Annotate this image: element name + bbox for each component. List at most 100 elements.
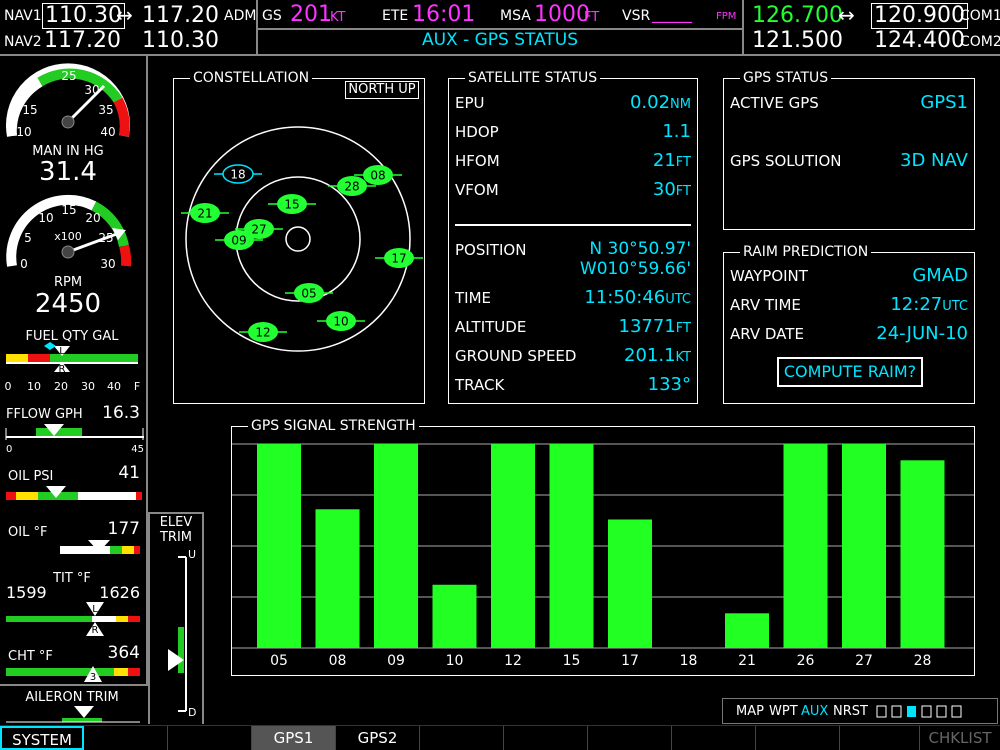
hdop-label: HDOP xyxy=(455,123,499,141)
softkey-blank[interactable] xyxy=(504,726,588,750)
signal-bar-label: 09 xyxy=(387,653,405,669)
rpm-tick-label: 25 xyxy=(98,231,113,245)
rpm-tick-label: 30 xyxy=(100,257,115,271)
satellite-10: 10 xyxy=(317,311,365,331)
arv-time-field[interactable]: 12:27UTC xyxy=(890,294,968,318)
satellite-label: 15 xyxy=(284,198,299,212)
ete-label: ETE xyxy=(382,8,409,24)
softkey-blank[interactable] xyxy=(588,726,672,750)
hfom-unit: FT xyxy=(675,155,691,170)
satellite-label: 10 xyxy=(333,315,348,329)
altitude-value: 13771 xyxy=(618,316,676,337)
vsr-unit: FPM xyxy=(716,11,737,22)
signal-bar-05 xyxy=(257,444,301,648)
vfom-row: VFOM 30FT xyxy=(455,179,691,201)
tit-left-marker: L xyxy=(92,604,98,615)
gps-solution-value: 3D NAV xyxy=(900,150,968,171)
waypoint-value[interactable]: GMAD xyxy=(912,265,968,287)
softkey-gps1[interactable]: GPS1 xyxy=(252,726,336,750)
softkey-gps2[interactable]: GPS2 xyxy=(336,726,420,750)
man-tick-label: 35 xyxy=(98,103,113,117)
oil-temp-bar xyxy=(60,540,140,554)
cht-cylinder: 3 xyxy=(90,672,96,683)
signal-bar-label: 10 xyxy=(446,653,464,669)
signal-bar-label: 17 xyxy=(621,653,639,669)
satellite-label: 18 xyxy=(230,168,245,182)
signal-strength-chart: 05 08 09 10 12 15 17 18 21 26 27 28 xyxy=(232,443,974,669)
fuel-tick-label: 20 xyxy=(54,380,68,393)
hdop-row: HDOP 1.1 xyxy=(455,121,691,143)
msa-label: MSA xyxy=(500,8,531,24)
softkey-blank[interactable] xyxy=(84,726,168,750)
man-tick-label: 30 xyxy=(84,83,99,97)
elev-trim-scale xyxy=(168,556,187,712)
rpm-label: RPM xyxy=(54,275,82,290)
position-value: N 30°50.97' W010°59.66' xyxy=(580,239,691,279)
nav1-standby-freq[interactable]: 117.20 xyxy=(142,5,219,27)
satellite-status-panel: SATELLITE STATUS EPU 0.02NM HDOP 1.1 HFO… xyxy=(448,70,698,404)
track-label: TRACK xyxy=(455,376,505,394)
rpm-value: 2450 xyxy=(35,289,101,319)
altitude-label: ALTITUDE xyxy=(455,318,527,336)
signal-bar-27 xyxy=(842,444,886,648)
signal-bar-label: 28 xyxy=(914,653,932,669)
nav2-standby-freq[interactable]: 110.30 xyxy=(142,30,219,52)
signal-bar-26 xyxy=(783,444,828,648)
com2-standby-freq[interactable]: 124.400 xyxy=(874,30,965,52)
arv-time-unit: UTC xyxy=(942,299,968,314)
tit-right-value: 1626 xyxy=(99,583,140,602)
softkey-blank[interactable] xyxy=(420,726,504,750)
tit-left-value: 1599 xyxy=(6,583,47,602)
softkey-blank[interactable] xyxy=(840,726,920,750)
signal-bar-label: 08 xyxy=(329,653,347,669)
satellite-18: 18 xyxy=(214,164,262,184)
arv-date-value[interactable]: 24-JUN-10 xyxy=(876,323,968,345)
gps-status-title: GPS STATUS xyxy=(740,70,832,86)
constellation-title: CONSTELLATION xyxy=(190,70,313,86)
north-up-button[interactable]: NORTH UP xyxy=(345,81,419,99)
softkey-blank[interactable] xyxy=(756,726,840,750)
aileron-trim-indicator xyxy=(6,706,140,723)
epu-unit: NM xyxy=(670,97,691,112)
hfom-row: HFOM 21FT xyxy=(455,150,691,172)
ground-speed-unit: KT xyxy=(675,350,691,365)
time-row: TIME 11:50:46UTC xyxy=(455,287,691,309)
fuel-tick-label: 30 xyxy=(81,380,95,393)
fuel-left-marker: L xyxy=(59,346,65,357)
ground-speed-value: 201.1 xyxy=(624,345,676,366)
page-group-wpt: WPT xyxy=(769,704,798,719)
softkey-blank[interactable] xyxy=(672,726,756,750)
gs-label: GS xyxy=(262,8,282,24)
compute-raim-button[interactable]: COMPUTE RAIM? xyxy=(777,357,923,387)
tit-label: TIT °F xyxy=(52,571,91,586)
signal-bar-15 xyxy=(549,444,594,648)
com1-standby-freq[interactable]: 120.900 xyxy=(871,3,968,29)
signal-bar-09 xyxy=(374,444,418,648)
fflow-label: FFLOW GPH xyxy=(6,407,83,422)
softkey-system[interactable]: SYSTEM xyxy=(0,726,84,750)
nav2-active-freq[interactable]: 117.20 xyxy=(44,30,121,52)
epu-label: EPU xyxy=(455,94,485,112)
msa-value: 1000 xyxy=(534,2,590,27)
oil-temp-value: 177 xyxy=(108,519,140,539)
active-gps-label: ACTIVE GPS xyxy=(730,94,819,112)
epu-value: 0.02 xyxy=(629,92,671,113)
elev-trim-up: U xyxy=(188,548,197,561)
rpm-tick-label: 20 xyxy=(85,211,100,225)
page-position-dots xyxy=(876,705,962,718)
com1-active-freq[interactable]: 126.700 xyxy=(752,5,843,27)
softkey-chklist[interactable]: CHKLIST xyxy=(920,726,1000,750)
softkey-blank[interactable] xyxy=(168,726,252,750)
oil-psi-value: 41 xyxy=(118,463,140,483)
rpm-multiplier: x100 xyxy=(54,230,82,243)
elev-trim-label: ELEV xyxy=(159,515,193,530)
signal-strength-title: GPS SIGNAL STRENGTH xyxy=(248,418,419,434)
swap-arrow-icon: ↔ xyxy=(838,3,855,27)
com2-active-freq[interactable]: 121.500 xyxy=(752,30,843,52)
fflow-max: 45 xyxy=(131,444,144,455)
signal-bar-label: 26 xyxy=(797,653,815,669)
satellite-label: 27 xyxy=(251,223,266,237)
nav1-active-freq[interactable]: 110.30 xyxy=(42,3,125,29)
divider xyxy=(742,0,744,56)
nav1-label: NAV1 xyxy=(4,8,42,24)
